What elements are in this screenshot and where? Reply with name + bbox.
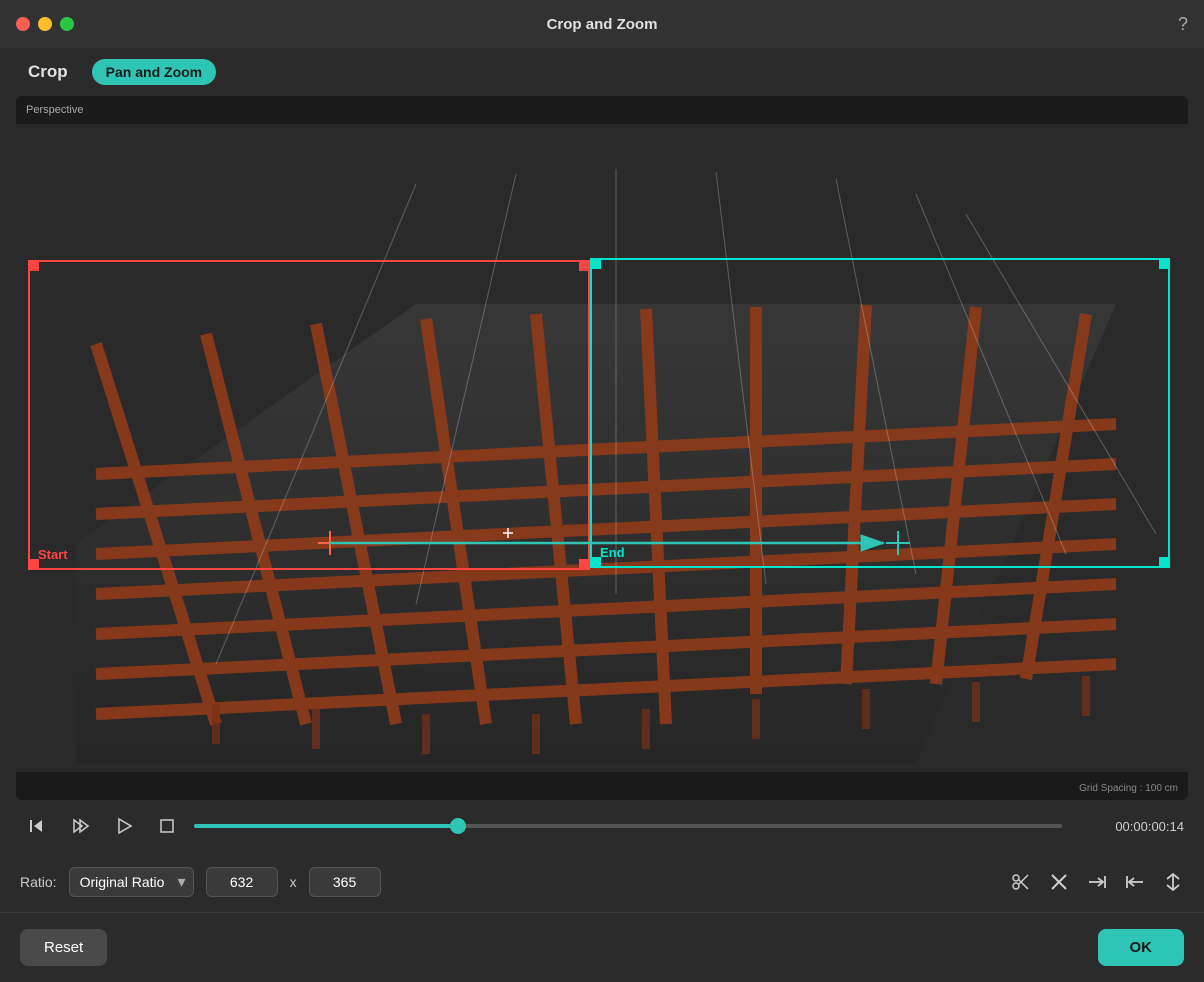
grid-spacing-label: Grid Spacing : 100 cm [1079, 783, 1178, 794]
ok-button[interactable]: OK [1098, 929, 1185, 966]
ratio-select[interactable]: Original Ratio 16:9 4:3 1:1 Custom [69, 867, 194, 897]
stop-button[interactable] [152, 813, 182, 839]
clear-button[interactable] [1048, 871, 1070, 893]
snap-right-button[interactable] [1086, 871, 1108, 893]
scissors-button[interactable] [1010, 871, 1032, 893]
minimize-button[interactable] [38, 17, 52, 31]
height-input[interactable]: 365 [309, 867, 381, 897]
close-button[interactable] [16, 17, 30, 31]
tab-crop[interactable]: Crop [20, 58, 76, 86]
reset-button[interactable]: Reset [20, 929, 107, 966]
perspective-label: Perspective [26, 104, 83, 116]
flip-button[interactable] [1162, 871, 1184, 893]
help-icon[interactable]: ? [1178, 14, 1188, 35]
window-title: Crop and Zoom [547, 16, 658, 33]
title-bar: Crop and Zoom ? [0, 0, 1204, 48]
ratio-select-wrapper: Original Ratio 16:9 4:3 1:1 Custom [69, 867, 194, 897]
ratio-label: Ratio: [20, 874, 57, 890]
maximize-button[interactable] [60, 17, 74, 31]
scene-svg [16, 96, 1188, 800]
toolbar: Crop Pan and Zoom [0, 48, 1204, 96]
window-controls [16, 17, 74, 31]
time-display: 00:00:00:14 [1074, 819, 1184, 834]
bottom-bar: Ratio: Original Ratio 16:9 4:3 1:1 Custo… [0, 852, 1204, 912]
tab-pan-zoom[interactable]: Pan and Zoom [92, 59, 216, 85]
step-back-button[interactable] [20, 812, 52, 840]
canvas-area: Perspective Start End Grid S [16, 96, 1188, 800]
frame-step-button[interactable] [64, 812, 96, 840]
controls-bar: 00:00:00:14 [0, 800, 1204, 852]
play-button[interactable] [108, 812, 140, 840]
width-input[interactable]: 632 [206, 867, 278, 897]
x-separator: x [290, 874, 297, 890]
snap-left-button[interactable] [1124, 871, 1146, 893]
footer-bar: Reset OK [0, 912, 1204, 982]
action-icons [1010, 871, 1184, 893]
timeline-slider[interactable] [194, 824, 1062, 828]
